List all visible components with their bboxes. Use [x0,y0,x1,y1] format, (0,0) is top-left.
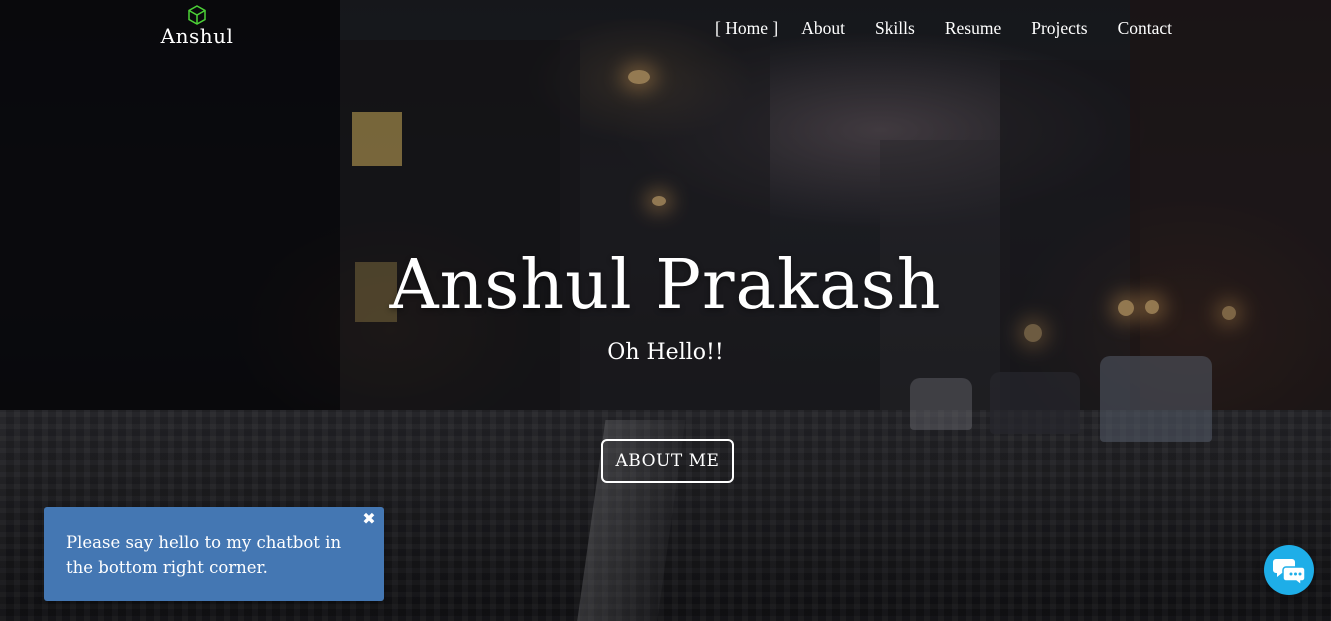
main-nav: Home About Skills Resume Projects Contac… [712,16,1187,41]
nav-home[interactable]: Home [712,16,786,41]
site-logo[interactable]: Anshul [160,5,234,47]
close-icon[interactable]: ✖ [362,511,376,527]
chatbot-popup: ✖ Please say hello to my chatbot in the … [44,507,384,601]
about-me-button[interactable]: ABOUT ME [601,439,734,483]
hero-title: Anshul Prakash [389,246,942,325]
chat-bubbles-icon [1273,559,1306,585]
nav-projects[interactable]: Projects [1016,16,1102,41]
nav-resume[interactable]: Resume [930,16,1016,41]
nav-about[interactable]: About [786,16,860,41]
chatbot-popup-text: Please say hello to my chatbot in the bo… [66,533,342,577]
logo-text: Anshul [160,24,234,48]
cube-icon [188,5,206,25]
chatbot-launcher-button[interactable] [1264,545,1314,595]
nav-skills[interactable]: Skills [860,16,930,41]
nav-contact[interactable]: Contact [1103,16,1187,41]
hero-subtitle: Oh Hello!! [607,340,724,365]
